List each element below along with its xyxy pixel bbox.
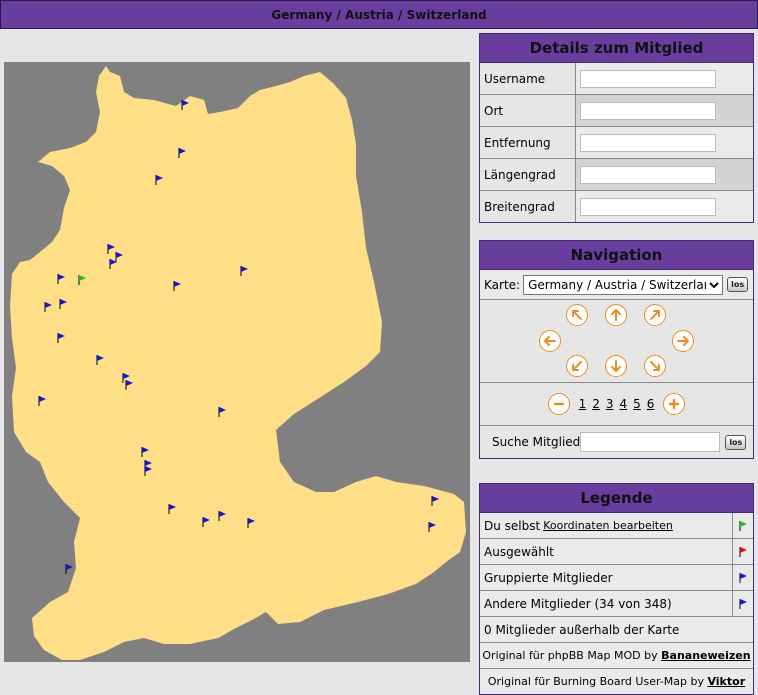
legend-self-label: Du selbst xyxy=(484,518,541,533)
pan-down-button[interactable] xyxy=(605,355,627,377)
legend-others-label: Andere Mitglieder (34 von 348) xyxy=(484,596,672,611)
zoom-level-3[interactable]: 3 xyxy=(606,397,614,411)
pan-down-left-button[interactable] xyxy=(566,355,588,377)
arrow-down-right-icon xyxy=(650,361,660,371)
pan-down-right-button[interactable] xyxy=(644,355,666,377)
arrow-down-left-icon xyxy=(572,361,582,371)
zoom-level-6[interactable]: 6 xyxy=(647,397,655,411)
plus-icon xyxy=(669,398,680,410)
zoom-level-5[interactable]: 5 xyxy=(633,397,641,411)
legend-selected-label: Ausgewählt xyxy=(484,544,554,559)
member-flag[interactable] xyxy=(65,564,73,574)
legend-row-outside: 0 Mitglieder außerhalb der Karte xyxy=(480,617,753,643)
search-member-input[interactable] xyxy=(580,432,721,452)
zoom-out-button[interactable] xyxy=(547,393,570,415)
arrow-up-left-icon xyxy=(572,310,582,320)
red-flag-icon xyxy=(739,546,747,557)
direction-pad xyxy=(480,300,753,383)
credit-1-author[interactable]: Bananeweizen xyxy=(661,649,750,662)
detail-label: Username xyxy=(480,63,576,94)
detail-label: Ort xyxy=(480,95,576,126)
pan-up-right-button[interactable] xyxy=(644,304,666,326)
detail-label: Breitengrad xyxy=(480,191,576,222)
legend-row-others: Andere Mitglieder (34 von 348) xyxy=(480,591,753,617)
username-field[interactable] xyxy=(580,69,716,88)
minus-icon xyxy=(553,402,564,406)
navigation-title: Navigation xyxy=(480,241,753,270)
map-select-label: Karte: xyxy=(484,277,521,292)
pan-up-button[interactable] xyxy=(605,304,627,326)
legend-outside-label: 0 Mitglieder außerhalb der Karte xyxy=(484,622,680,637)
map-title: Germany / Austria / Switzerland xyxy=(271,7,487,22)
search-go-button[interactable]: los xyxy=(725,434,747,450)
map-select-row: Karte: Germany / Austria / Switzerland l… xyxy=(480,270,753,300)
ort-field[interactable] xyxy=(580,101,716,120)
legend-row-grouped: Gruppierte Mitglieder xyxy=(480,565,753,591)
zoom-in-button[interactable] xyxy=(663,393,686,415)
map-svg[interactable] xyxy=(4,62,470,662)
navigation-panel: Navigation Karte: Germany / Austria / Sw… xyxy=(479,240,754,459)
arrow-up-icon xyxy=(611,309,621,321)
credit-row-2: Original für Burning Board User-Map by V… xyxy=(480,669,753,694)
map-land xyxy=(10,66,466,660)
details-panel: Details zum Mitglied Username Ort Entfer… xyxy=(479,33,754,223)
credit-1-author-link[interactable]: Bananeweizen xyxy=(661,649,750,662)
arrow-right-icon xyxy=(677,336,689,346)
zoom-level-2[interactable]: 2 xyxy=(592,397,600,411)
credit-2-text: Original für Burning Board User-Map by xyxy=(487,675,704,688)
detail-row-entfernung: Entfernung xyxy=(480,127,753,159)
detail-row-ort: Ort xyxy=(480,95,753,127)
zoom-level-4[interactable]: 4 xyxy=(620,397,628,411)
pan-right-button[interactable] xyxy=(672,330,694,352)
blue-flag-icon xyxy=(739,572,747,583)
detail-row-breitengrad: Breitengrad xyxy=(480,191,753,222)
map-select[interactable]: Germany / Austria / Switzerland xyxy=(523,274,724,295)
detail-row-username: Username xyxy=(480,63,753,95)
pan-left-button[interactable] xyxy=(539,330,561,352)
arrow-down-icon xyxy=(611,360,621,372)
credit-2-author[interactable]: Viktor xyxy=(707,675,745,688)
detail-label: Entfernung xyxy=(480,127,576,158)
map-title-bar: Germany / Austria / Switzerland xyxy=(0,0,758,29)
legend-panel: Legende Du selbst Koordinaten bearbeiten… xyxy=(479,483,754,695)
arrow-up-right-icon xyxy=(650,310,660,320)
details-title: Details zum Mitglied xyxy=(480,34,753,63)
zoom-level-1[interactable]: 1 xyxy=(579,397,587,411)
credit-2-author-link[interactable]: Viktor xyxy=(707,675,745,688)
map-canvas[interactable] xyxy=(4,62,470,662)
blue-flag-icon xyxy=(739,598,747,609)
breitengrad-field[interactable] xyxy=(580,197,716,216)
detail-label: Längengrad xyxy=(480,159,576,190)
entfernung-field[interactable] xyxy=(580,133,716,152)
go-button[interactable]: los xyxy=(727,277,749,292)
legend-title: Legende xyxy=(480,484,753,513)
zoom-row: 1 2 3 4 5 6 xyxy=(480,383,753,426)
arrow-left-icon xyxy=(544,336,556,346)
edit-coordinates-link[interactable]: Koordinaten bearbeiten xyxy=(543,519,673,532)
green-flag-icon xyxy=(739,520,747,531)
credit-row-1: Original für phpBB Map MOD by Bananeweiz… xyxy=(480,643,753,669)
laengengrad-field[interactable] xyxy=(580,165,716,184)
detail-row-laengengrad: Längengrad xyxy=(480,159,753,191)
legend-row-self: Du selbst Koordinaten bearbeiten xyxy=(480,513,753,539)
legend-row-selected: Ausgewählt xyxy=(480,539,753,565)
pan-up-left-button[interactable] xyxy=(566,304,588,326)
search-row: Suche Mitglied los xyxy=(480,426,753,458)
credit-1-text: Original für phpBB Map MOD by xyxy=(482,649,658,662)
legend-grouped-label: Gruppierte Mitglieder xyxy=(484,570,613,585)
search-label: Suche Mitglied xyxy=(492,435,581,449)
